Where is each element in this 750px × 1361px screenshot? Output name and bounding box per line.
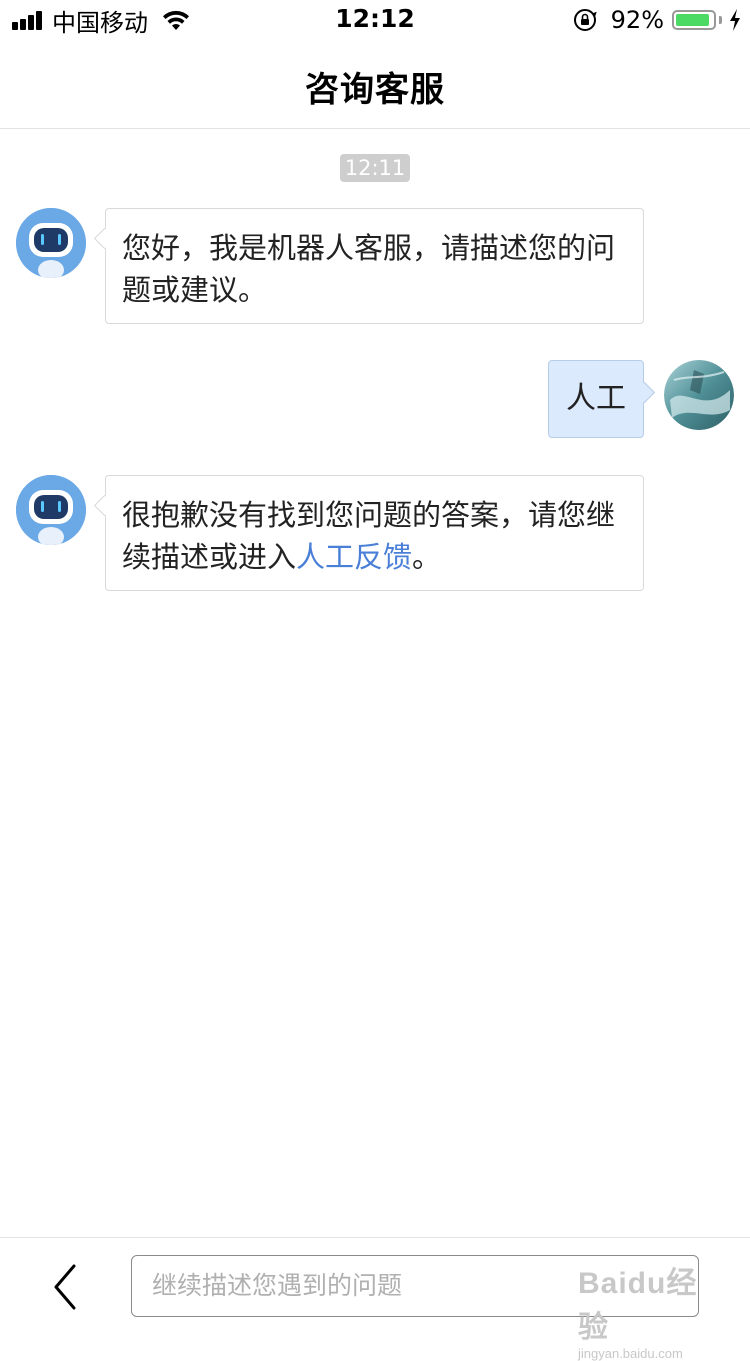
message-timestamp: 12:11 — [340, 154, 410, 182]
charging-bolt-icon — [730, 9, 740, 31]
manual-feedback-link[interactable]: 人工反馈 — [296, 540, 412, 574]
status-bar-right: 92% — [573, 6, 742, 34]
user-avatar-icon[interactable] — [664, 360, 734, 430]
robot-avatar-icon[interactable] — [16, 475, 86, 545]
message-input-placeholder: 继续描述您遇到的问题 — [152, 1271, 403, 1300]
battery-fill — [676, 14, 710, 26]
bot-message-text: 您好，我是机器人客服，请描述您的问题或建议。 — [122, 231, 616, 307]
battery-icon — [672, 10, 716, 30]
battery-cap — [719, 16, 722, 24]
robot-face-graphic — [16, 208, 86, 278]
battery-percentage: 92% — [610, 6, 664, 34]
navigation-bar: 咨询客服 — [0, 40, 750, 129]
watermark-url: jingyan.baidu.com — [578, 1346, 683, 1361]
back-chevron-icon[interactable] — [44, 1262, 88, 1312]
chat-area[interactable]: 12:11 您好，我是机器人客服，请描述您的问题或建议。 人工 很抱歉没有找到您… — [0, 129, 750, 1237]
status-bar: 中国移动 12:12 92% — [0, 0, 750, 40]
bot-message-bubble: 您好，我是机器人客服，请描述您的问题或建议。 — [105, 208, 644, 324]
robot-face-graphic — [16, 475, 86, 545]
bot-message-bubble: 很抱歉没有找到您问题的答案，请您继续描述或进入人工反馈。 — [105, 475, 644, 591]
robot-avatar-icon[interactable] — [16, 208, 86, 278]
page-title: 咨询客服 — [305, 70, 445, 110]
user-photo-graphic — [664, 360, 734, 430]
watermark-logo-text: Baidu经验 — [578, 1267, 698, 1344]
user-message-bubble: 人工 — [548, 360, 644, 438]
bot-message-text-end: 。 — [412, 540, 442, 574]
orientation-lock-icon — [573, 9, 597, 31]
user-message-text: 人工 — [566, 381, 626, 416]
baidu-jingyan-watermark: Baidu经验 jingyan.baidu.com — [578, 1258, 718, 1361]
